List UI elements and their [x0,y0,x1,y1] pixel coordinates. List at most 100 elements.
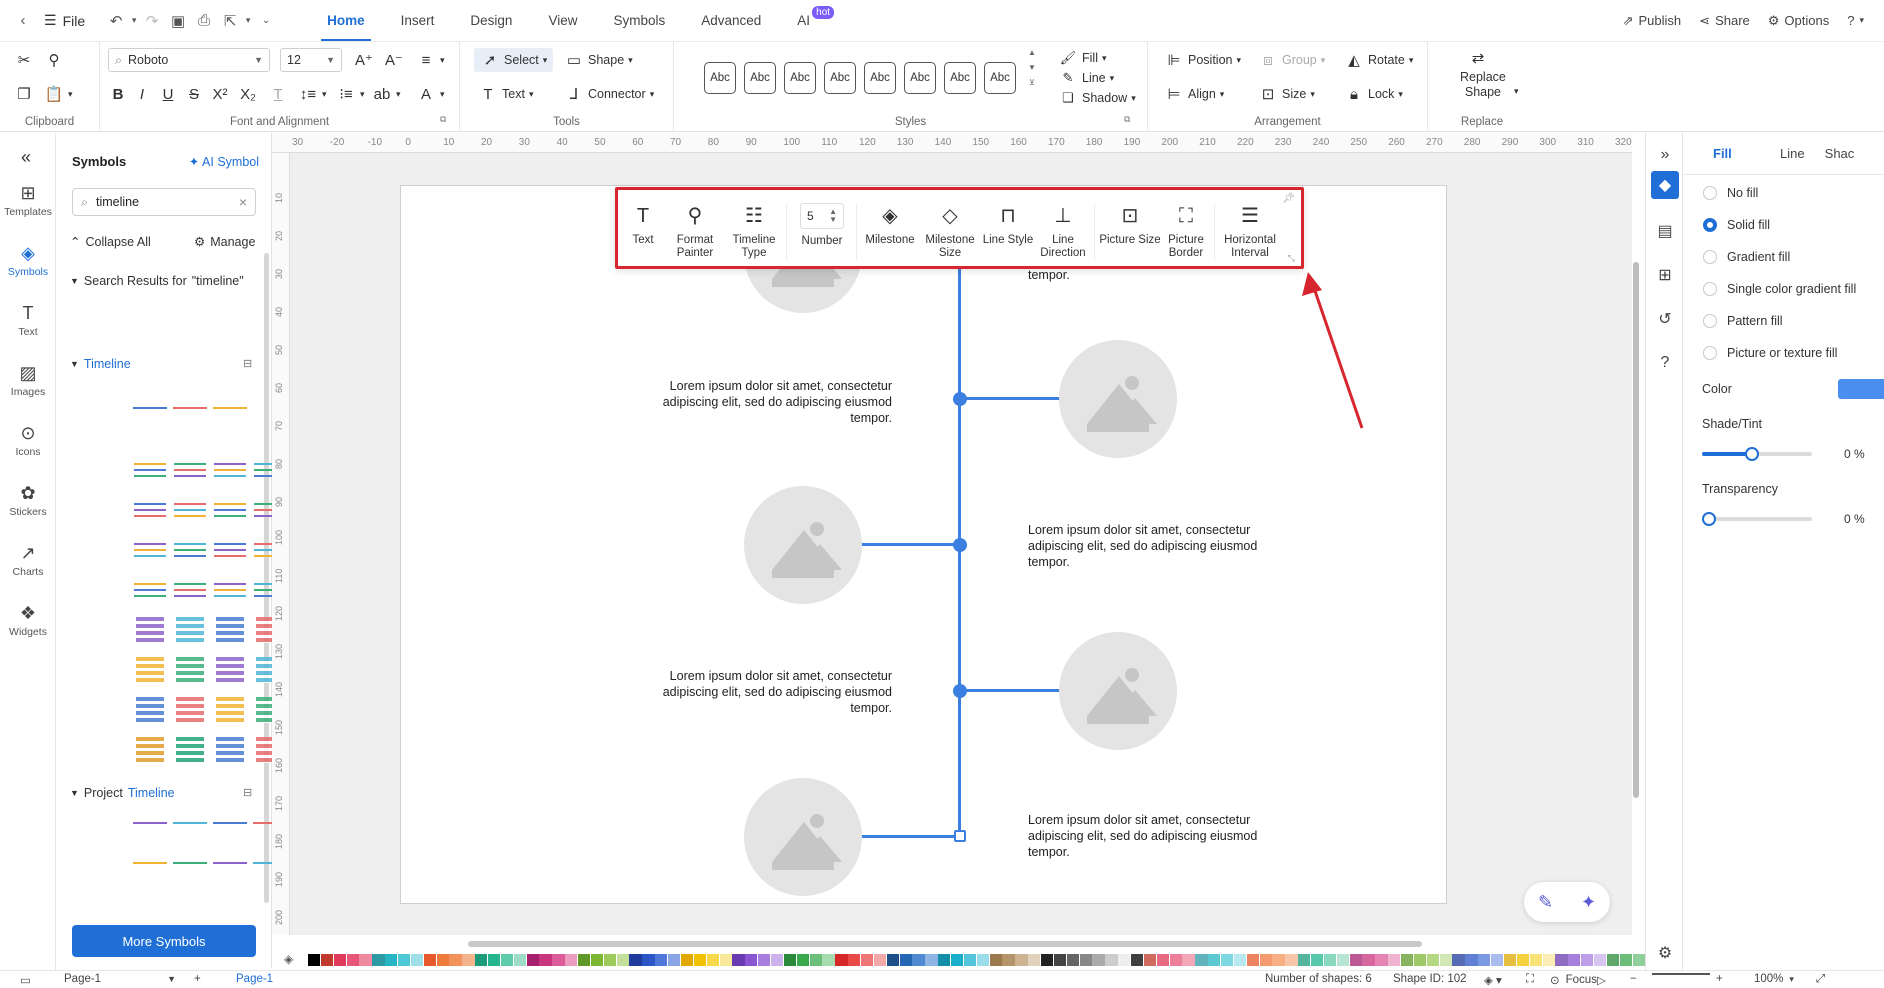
color-swatch[interactable] [706,954,719,966]
superscript-button[interactable]: X² [210,84,230,104]
color-swatch[interactable] [578,954,591,966]
fit-page-icon[interactable]: ⛶ [1526,973,1534,986]
color-swatch[interactable] [642,954,655,966]
ft-milestone-size-button[interactable]: ◇ Milestone Size [922,202,978,260]
timeline-symbol-thumbnail[interactable] [130,573,170,607]
color-swatch[interactable] [398,954,411,966]
back-icon[interactable]: ‹ [10,8,36,34]
timeline-symbol-thumbnail[interactable] [170,806,210,840]
color-swatch[interactable] [1221,954,1234,966]
color-swatch[interactable] [1233,954,1247,966]
ft-timeline-type-button[interactable]: ☷ Timeline Type [730,202,778,260]
color-swatch[interactable] [410,954,424,966]
color-swatch[interactable] [1169,954,1182,966]
ft-line-direction-button[interactable]: ⊥ Line Direction [1038,202,1088,260]
export-dropdown-icon[interactable]: ▾ [243,8,253,34]
share-button[interactable]: ⋖ Share [1699,13,1750,29]
color-swatch[interactable] [1272,954,1285,966]
timeline-symbol-thumbnail[interactable] [210,806,250,840]
color-swatch[interactable] [1131,954,1144,966]
play-icon[interactable]: ▷ [1597,973,1606,987]
color-swatch[interactable] [616,954,629,966]
transparency-knob[interactable] [1702,512,1716,526]
color-swatch[interactable] [565,954,578,966]
size-button[interactable]: ⊡ Size ▾ [1258,84,1315,104]
position-button[interactable]: ⊫ Position ▾ [1164,50,1241,70]
stepper-arrows-icon[interactable]: ▲ ▼ [829,208,837,224]
tab-fill[interactable]: Fill [1683,133,1752,174]
tab-symbols[interactable]: Symbols [595,0,683,41]
color-swatch[interactable] [1606,954,1620,966]
color-swatch[interactable] [1015,954,1028,966]
color-swatch[interactable] [1593,954,1607,966]
fill-style-icon[interactable]: ◆ [1651,171,1679,199]
color-swatch[interactable] [938,954,951,966]
rotate-button[interactable]: ◭ Rotate ▾ [1344,50,1413,70]
timeline-symbol-thumbnail[interactable] [210,573,250,607]
color-swatch[interactable] [1336,954,1350,966]
underline-button[interactable]: U [158,84,178,104]
color-swatch[interactable] [1439,954,1452,966]
timeline-symbol-thumbnail[interactable] [170,693,210,727]
image-placeholder[interactable] [1059,632,1177,750]
collapse-panel-icon[interactable]: « [16,147,36,167]
color-swatch[interactable] [320,954,334,966]
color-swatch[interactable] [822,954,835,966]
color-swatch[interactable] [1002,954,1015,966]
color-swatch[interactable] [552,954,565,966]
decrease-font-button[interactable]: A⁻ [384,50,404,70]
undo-icon[interactable]: ↶ [103,8,129,34]
color-swatch[interactable] [1349,954,1362,966]
customize-icon[interactable]: ⌄ [253,8,279,34]
project-timeline-header[interactable]: ▼ Project Timeline [70,786,175,800]
radio-no-fill[interactable] [1703,186,1717,200]
color-swatch[interactable] [783,954,797,966]
tab-design[interactable]: Design [452,0,530,41]
color-swatch[interactable] [1529,954,1542,966]
color-swatch[interactable] [1311,954,1324,966]
color-swatch[interactable] [989,954,1002,966]
color-swatch[interactable] [719,954,732,966]
settings-gear-icon[interactable]: ⚙ [1651,939,1679,967]
color-swatch[interactable] [860,954,874,966]
collapse-all-button[interactable]: ⌃ Collapse All [70,234,151,250]
selection-handle[interactable] [954,830,966,842]
rail-icons[interactable]: ⊙ Icons [0,423,56,459]
timeline-symbol-thumbnail[interactable] [130,453,170,487]
timeline-symbol-thumbnail[interactable] [210,391,250,425]
color-swatch[interactable] [1491,954,1504,966]
paste-button[interactable]: 📋 ▾ [44,84,73,104]
tab-ai[interactable]: AI hot [779,0,835,41]
group-button[interactable]: ⧈ Group ▾ [1258,50,1325,70]
publish-button[interactable]: ⇗ Publish [1623,13,1682,29]
ft-horizontal-interval-button[interactable]: ☰ Horizontal Interval [1218,202,1282,260]
timeline-symbol-thumbnail[interactable] [130,733,170,767]
library-icon[interactable]: ⊟ [243,786,252,799]
export-icon[interactable]: ⇱ [217,8,243,34]
style-swatch-3[interactable]: Abc [784,62,816,94]
color-swatch[interactable] [1413,954,1427,966]
color-swatch[interactable] [1542,954,1555,966]
style-swatch-1[interactable]: Abc [704,62,736,94]
resize-corner-icon[interactable]: ⤡ [1288,253,1295,264]
ft-picture-border-button[interactable]: ⛶ Picture Border [1164,202,1208,260]
color-swatch[interactable] [899,954,912,966]
rail-widgets[interactable]: ❖ Widgets [0,603,56,639]
color-swatch[interactable] [1079,954,1092,966]
color-swatch[interactable] [758,954,771,966]
option-no-fill[interactable]: No fill [1703,186,1758,200]
radio-solid-fill[interactable] [1703,218,1717,232]
options-button[interactable]: ⚙ Options [1768,13,1829,29]
zoom-select[interactable]: 100% ▾ [1754,973,1794,985]
color-swatch[interactable] [500,954,514,966]
rail-symbols[interactable]: ◈ Symbols [0,243,56,279]
align-objects-button[interactable]: ⊨ Align ▾ [1164,84,1224,104]
history-icon[interactable]: ↺ [1651,305,1679,333]
style-swatch-5[interactable]: Abc [864,62,896,94]
fullscreen-icon[interactable]: ⤢ [1816,973,1825,986]
color-swatch[interactable] [385,954,398,966]
style-swatch-6[interactable]: Abc [904,62,936,94]
style-swatch-8[interactable]: Abc [984,62,1016,94]
timeline-symbol-thumbnail[interactable] [130,653,170,687]
milestone-dot[interactable] [953,392,967,406]
